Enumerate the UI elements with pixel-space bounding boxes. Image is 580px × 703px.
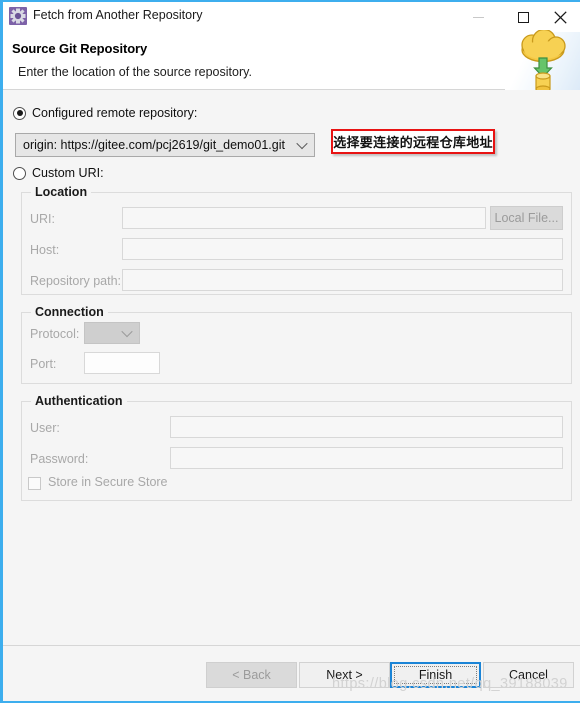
minimize-button[interactable] bbox=[456, 2, 501, 32]
fetch-from-another-repository-dialog: Fetch from Another Repository Source Git… bbox=[0, 0, 580, 703]
connection-group: Connection Protocol: Port: bbox=[21, 305, 572, 384]
dialog-body: Configured remote repository: origin: ht… bbox=[3, 90, 580, 645]
page-subtitle: Enter the location of the source reposit… bbox=[18, 65, 252, 79]
radio-custom-uri-label: Custom URI: bbox=[32, 166, 104, 180]
maximize-icon bbox=[518, 11, 529, 23]
port-input[interactable] bbox=[84, 352, 160, 374]
password-input[interactable] bbox=[170, 447, 563, 469]
close-icon bbox=[554, 10, 567, 24]
connection-legend: Connection bbox=[31, 305, 108, 319]
store-in-secure-store-checkbox[interactable] bbox=[28, 477, 41, 490]
radio-indicator bbox=[13, 106, 26, 120]
user-label: User: bbox=[30, 421, 60, 435]
store-in-secure-store-label: Store in Secure Store bbox=[48, 475, 168, 489]
host-input[interactable] bbox=[122, 238, 563, 260]
wizard-header: Source Git Repository Enter the location… bbox=[3, 28, 580, 93]
header-artwork bbox=[505, 28, 580, 93]
location-legend: Location bbox=[31, 185, 92, 199]
title-bar: Fetch from Another Repository bbox=[3, 2, 580, 32]
page-title: Source Git Repository bbox=[12, 41, 148, 56]
chevron-down-icon[interactable] bbox=[290, 137, 314, 150]
close-button[interactable] bbox=[538, 2, 580, 32]
authentication-legend: Authentication bbox=[31, 394, 127, 408]
window-title: Fetch from Another Repository bbox=[33, 8, 203, 22]
uri-input[interactable] bbox=[122, 207, 486, 229]
cancel-button[interactable]: Cancel bbox=[483, 662, 574, 688]
radio-custom-uri[interactable]: Custom URI: bbox=[13, 166, 104, 180]
password-label: Password: bbox=[30, 452, 89, 466]
dialog-footer: < Back Next > Finish Cancel bbox=[3, 645, 580, 701]
next-button[interactable]: Next > bbox=[299, 662, 390, 688]
eclipse-git-icon bbox=[9, 7, 27, 25]
radio-configured-remote-repository[interactable]: Configured remote repository: bbox=[13, 106, 197, 120]
chevron-down-icon[interactable] bbox=[115, 325, 139, 338]
host-label: Host: bbox=[30, 243, 60, 257]
remote-repository-value: origin: https://gitee.com/pcj2619/git_de… bbox=[23, 138, 285, 152]
repository-path-label: Repository path: bbox=[30, 274, 122, 288]
focus-outline bbox=[394, 666, 477, 684]
port-label: Port: bbox=[30, 357, 57, 371]
finish-button[interactable]: Finish bbox=[390, 662, 481, 688]
user-input[interactable] bbox=[170, 416, 563, 438]
repository-path-input[interactable] bbox=[122, 269, 563, 291]
radio-indicator bbox=[13, 166, 26, 180]
location-group: Location URI: Local File... Host: Reposi… bbox=[21, 185, 572, 295]
authentication-group: Authentication User: Password: Store in … bbox=[21, 394, 572, 501]
back-button[interactable]: < Back bbox=[206, 662, 297, 688]
remote-repository-combo[interactable]: origin: https://gitee.com/pcj2619/git_de… bbox=[15, 133, 315, 157]
uri-label: URI: bbox=[30, 212, 55, 226]
annotation-callout: 选择要连接的远程仓库地址 bbox=[331, 129, 495, 154]
protocol-combo[interactable] bbox=[84, 322, 140, 344]
cloud-download-to-database-icon bbox=[514, 28, 572, 97]
protocol-label: Protocol: bbox=[30, 327, 80, 341]
local-file-button[interactable]: Local File... bbox=[490, 206, 563, 230]
minimize-icon bbox=[473, 16, 484, 18]
radio-configured-label: Configured remote repository: bbox=[32, 106, 198, 120]
